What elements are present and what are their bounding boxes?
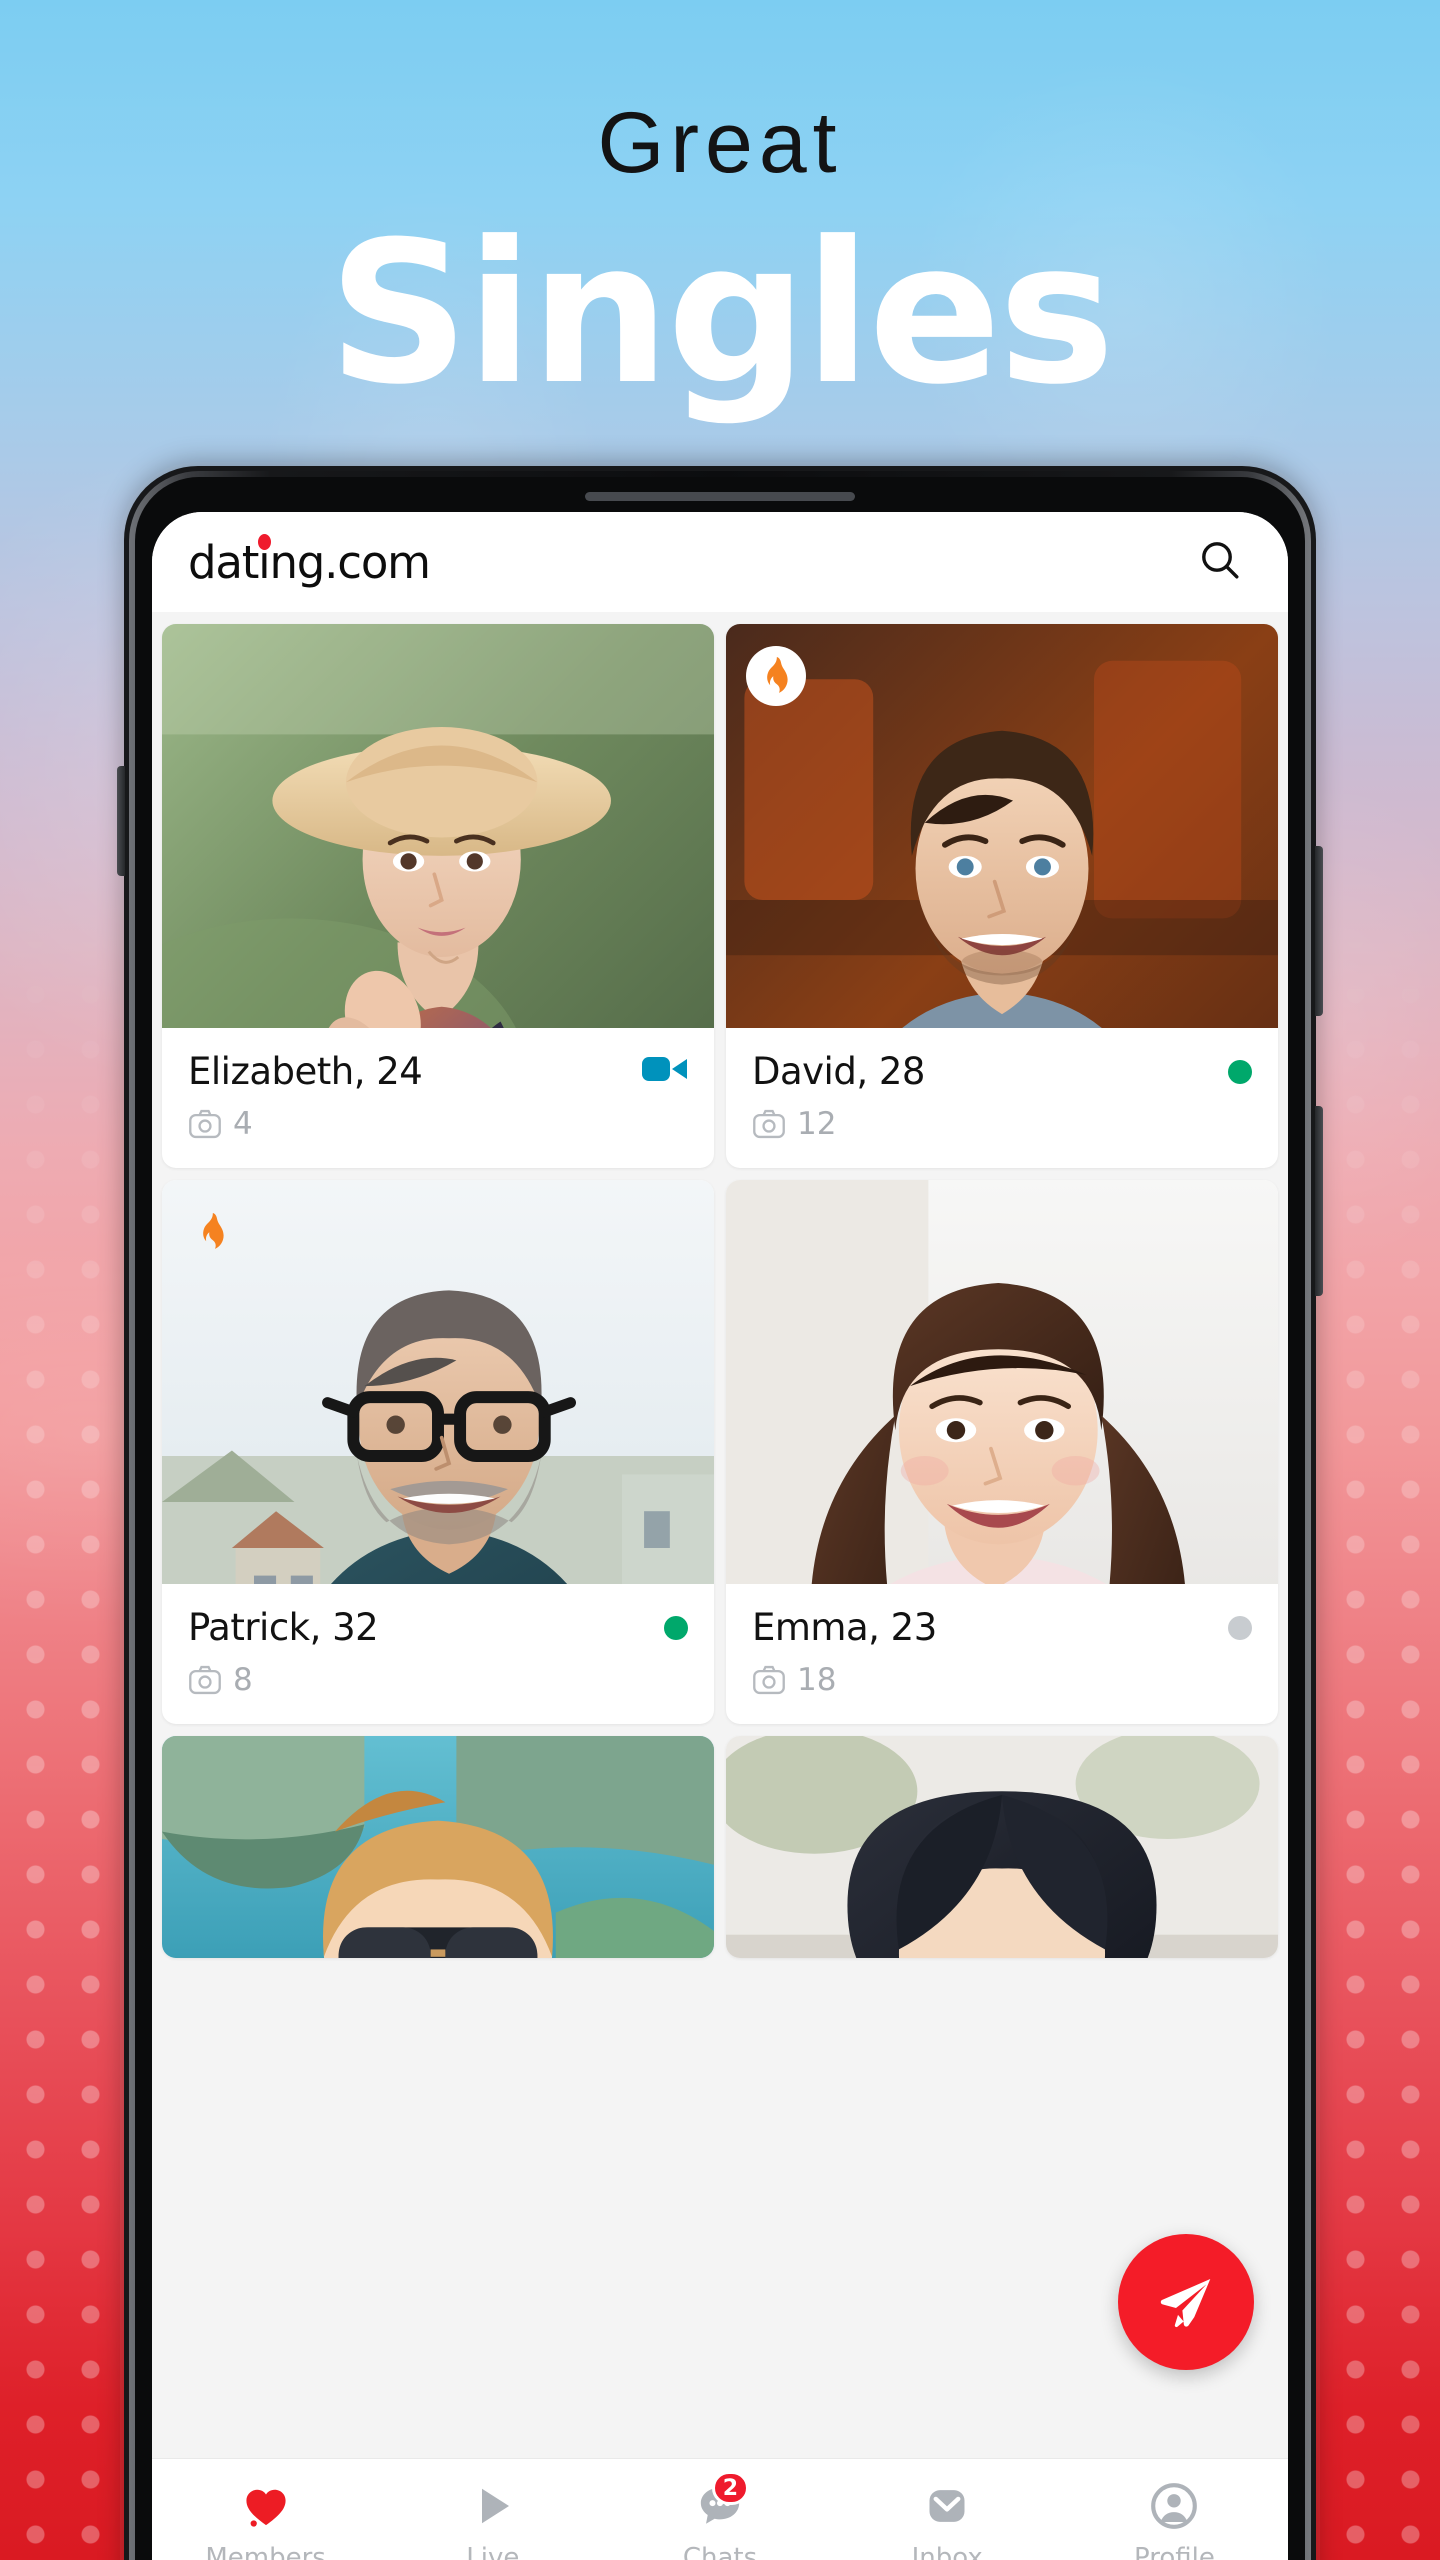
nav-label-chats: Chats — [682, 2543, 758, 2560]
online-dot — [664, 1615, 688, 1640]
heart-icon — [239, 2479, 293, 2533]
profile-info: Patrick, 32 8 — [162, 1584, 714, 1724]
headline-line-1: Great — [597, 95, 843, 191]
flame-icon — [203, 1213, 224, 1249]
nav-label-members: Members — [205, 2543, 326, 2560]
profile-photo-count: 8 — [233, 1662, 253, 1698]
profile-grid: Elizabeth, 24 4 David, 28 12 Patrick, 32… — [152, 612, 1288, 2560]
profile-info: Emma, 23 18 — [726, 1584, 1278, 1724]
profile-photo-art — [726, 1180, 1278, 1584]
profile-name: Elizabeth, 24 — [188, 1050, 423, 1093]
headline-line-2: Singles — [328, 200, 1115, 428]
phone-screen: dating.com Elizabeth, 24 4 David, 28 12 … — [152, 512, 1288, 2560]
app-header: dating.com — [152, 512, 1288, 612]
brand-red-dot-icon — [258, 533, 271, 550]
profile-card[interactable]: Emma, 23 18 — [726, 1180, 1278, 1724]
profile-photo-art — [726, 624, 1278, 1028]
envelope-icon — [920, 2479, 974, 2533]
send-icon — [1160, 2279, 1211, 2328]
profile-photo[interactable] — [162, 1736, 714, 1958]
profile-photo-count: 12 — [797, 1106, 837, 1142]
volume-button[interactable] — [1315, 846, 1323, 1016]
brand-logo: dating.com — [188, 533, 431, 589]
profile-photo-count: 18 — [797, 1662, 837, 1698]
heart-glyph — [246, 2489, 286, 2527]
nav-item-live[interactable]: Live — [379, 2479, 606, 2560]
nav-item-inbox[interactable]: Inbox — [834, 2479, 1061, 2560]
profile-photo-count-row: 4 — [188, 1106, 688, 1142]
promo-headline: Great Singles — [0, 100, 1440, 418]
nav-item-profile[interactable]: Profile — [1061, 2479, 1288, 2560]
profile-photo[interactable] — [726, 1180, 1278, 1584]
envelope-glyph — [929, 2490, 965, 2522]
profile-card[interactable] — [726, 1736, 1278, 1958]
profile-name: David, 28 — [752, 1050, 925, 1093]
profile-name-row: Elizabeth, 24 — [188, 1050, 688, 1093]
profile-info: Elizabeth, 24 4 — [162, 1028, 714, 1168]
send-message-fab[interactable] — [1118, 2234, 1254, 2370]
chat-bubble-icon: 2 — [693, 2471, 749, 2533]
nav-item-chats[interactable]: 2 Chats — [606, 2471, 833, 2560]
profile-photo-art — [162, 1736, 714, 1958]
camera-icon — [189, 1109, 221, 1139]
play-icon — [466, 2479, 520, 2533]
person-circle-glyph — [1151, 2483, 1198, 2529]
video-camera-glyph — [642, 1057, 687, 1081]
profile-photo-count-row: 18 — [752, 1662, 1252, 1698]
hot-badge — [182, 1202, 242, 1262]
profile-card[interactable]: David, 28 12 — [726, 624, 1278, 1168]
camera-icon — [189, 1665, 221, 1695]
nav-label-live: Live — [466, 2543, 520, 2560]
profile-info: David, 28 12 — [726, 1028, 1278, 1168]
camera-icon — [753, 1665, 785, 1695]
chats-unread-badge: 2 — [711, 2471, 749, 2505]
nav-item-members[interactable]: Members — [152, 2479, 379, 2560]
profile-photo[interactable] — [162, 624, 714, 1028]
camera-icon — [753, 1109, 785, 1139]
profile-photo-count-row: 8 — [188, 1662, 688, 1698]
earpiece-speaker — [585, 492, 855, 501]
mute-switch[interactable] — [117, 766, 125, 876]
profile-name: Emma, 23 — [752, 1606, 937, 1649]
search-icon[interactable] — [1188, 528, 1252, 597]
power-button[interactable] — [1315, 1106, 1323, 1296]
profile-photo-count-row: 12 — [752, 1106, 1252, 1142]
profile-photo-art — [162, 624, 714, 1028]
play-glyph — [481, 2488, 509, 2524]
flame-icon — [767, 657, 788, 693]
offline-dot — [1228, 1615, 1252, 1640]
bottom-navigation: Members Live 2 Chats Inbox Profile — [152, 2458, 1288, 2560]
profile-card[interactable]: Patrick, 32 8 — [162, 1180, 714, 1724]
profile-photo[interactable] — [726, 1736, 1278, 1958]
person-circle-icon — [1147, 2479, 1201, 2533]
profile-photo-art — [162, 1180, 714, 1584]
profile-photo[interactable] — [162, 1180, 714, 1584]
video-camera-icon[interactable] — [642, 1054, 688, 1089]
profile-name-row: Emma, 23 — [752, 1606, 1252, 1649]
profile-name-row: Patrick, 32 — [188, 1606, 688, 1649]
profile-card[interactable]: Elizabeth, 24 4 — [162, 624, 714, 1168]
nav-label-inbox: Inbox — [911, 2543, 983, 2560]
hot-badge — [746, 646, 806, 706]
nav-label-profile: Profile — [1133, 2543, 1215, 2560]
profile-card[interactable] — [162, 1736, 714, 1958]
profile-photo[interactable] — [726, 624, 1278, 1028]
profile-name: Patrick, 32 — [188, 1606, 379, 1649]
phone-mockup: dating.com Elizabeth, 24 4 David, 28 12 … — [117, 466, 1323, 2560]
profile-photo-art — [726, 1736, 1278, 1958]
online-dot — [1228, 1059, 1252, 1084]
profile-name-row: David, 28 — [752, 1050, 1252, 1093]
profile-photo-count: 4 — [233, 1106, 253, 1142]
brand-logo-text: dating.com — [188, 535, 431, 589]
